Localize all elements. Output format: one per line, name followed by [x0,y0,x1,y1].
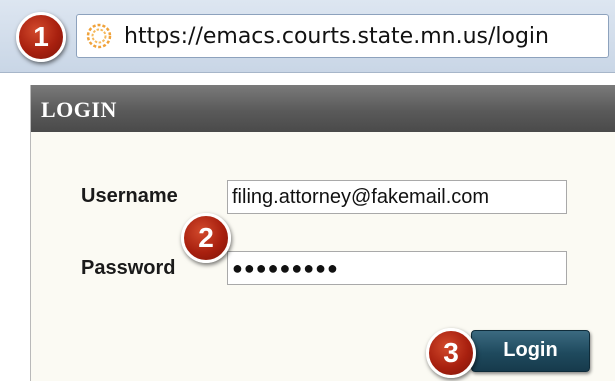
username-field[interactable]: filing.attorney@fakemail.com [227,180,567,214]
login-panel: LOGIN Username filing.attorney@fakemail.… [30,85,615,381]
address-bar[interactable]: https://emacs.courts.state.mn.us/login [76,14,609,58]
password-label: Password [81,257,176,279]
step-marker-3: 3 [426,328,476,378]
login-button[interactable]: Login [471,330,590,372]
browser-toolbar: https://emacs.courts.state.mn.us/login [0,0,615,73]
step-marker-2: 2 [181,213,231,263]
step-marker-1: 1 [16,12,66,62]
password-field[interactable]: ●●●●●●●●● [227,251,567,285]
login-panel-header: LOGIN [31,85,615,132]
username-label: Username [81,185,178,207]
url-text[interactable]: https://emacs.courts.state.mn.us/login [124,23,549,51]
site-favicon-icon [86,23,112,49]
panel-title: LOGIN [41,97,117,122]
